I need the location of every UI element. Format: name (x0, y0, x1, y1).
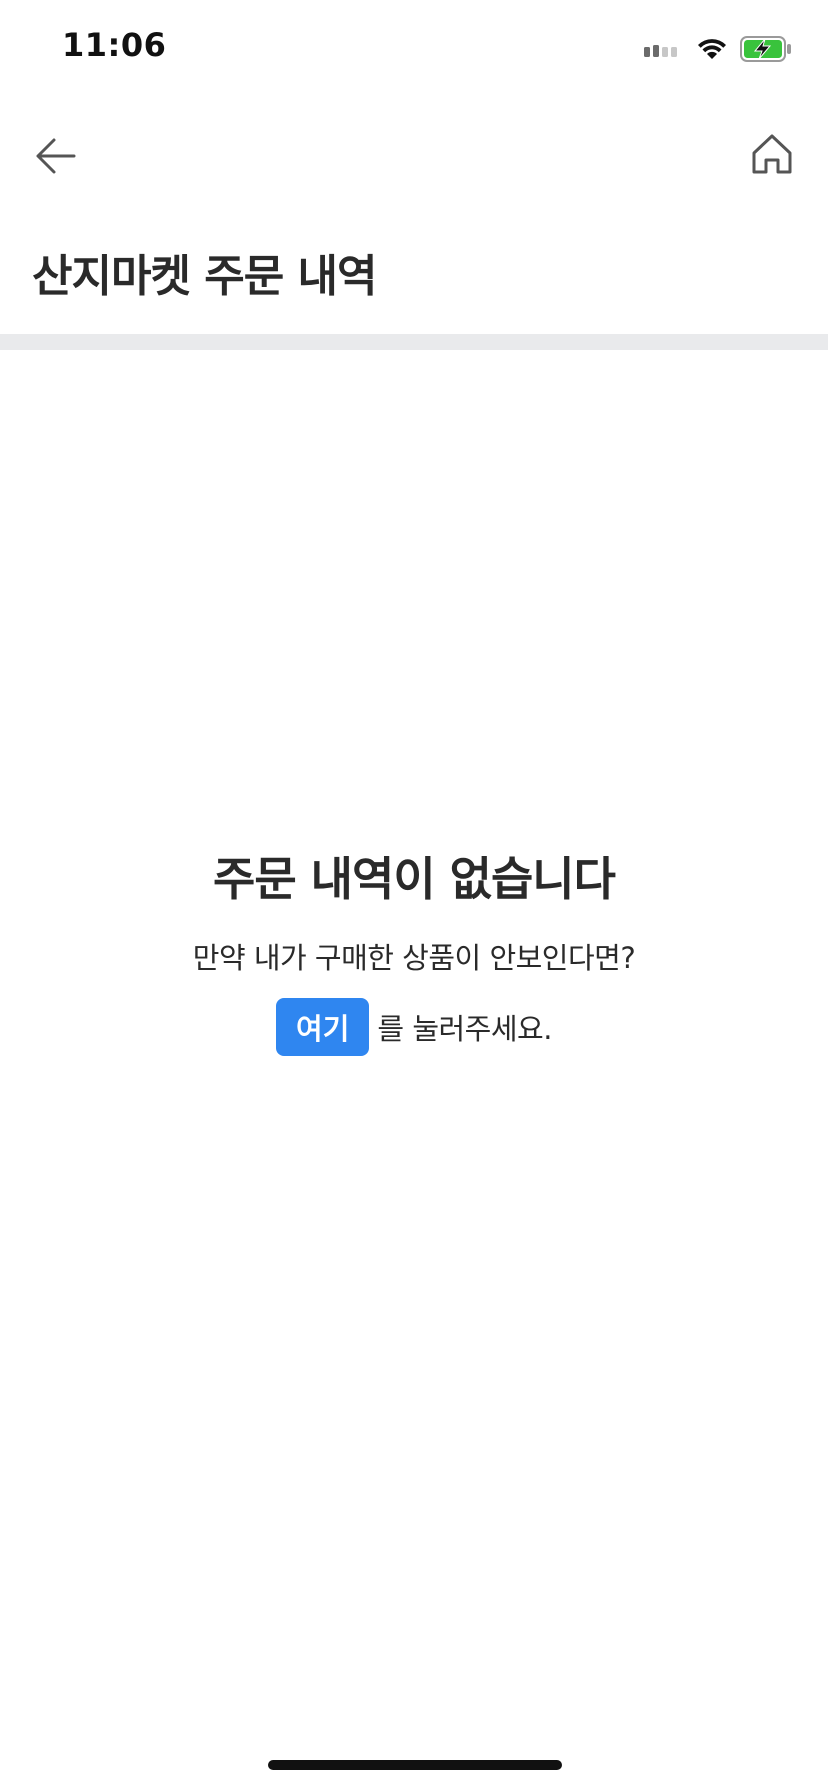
empty-state-description: 만약 내가 구매한 상품이 안보인다면? (192, 941, 636, 975)
status-bar: 11:06 (0, 0, 828, 100)
nav-bar (0, 110, 828, 190)
home-indicator[interactable] (268, 1760, 562, 1770)
wifi-icon (696, 37, 728, 65)
battery-charging-icon (740, 36, 792, 66)
status-icons (644, 36, 792, 66)
back-button[interactable] (28, 128, 84, 184)
empty-state-action-suffix: 를 눌러주세요. (377, 1012, 552, 1046)
signal-icon (644, 41, 684, 61)
home-icon (752, 134, 792, 174)
home-button[interactable] (744, 126, 800, 182)
empty-state: 주문 내역이 없습니다 만약 내가 구매한 상품이 안보인다면? 여기 를 눌러… (0, 846, 828, 1056)
arrow-left-icon (36, 138, 76, 174)
empty-state-title: 주문 내역이 없습니다 (213, 852, 616, 906)
page-title: 산지마켓 주문 내역 (32, 251, 377, 302)
here-button[interactable]: 여기 (276, 998, 370, 1056)
empty-state-action: 여기 를 눌러주세요. (0, 998, 828, 1056)
section-divider (0, 334, 828, 350)
status-time: 11:06 (62, 26, 167, 64)
